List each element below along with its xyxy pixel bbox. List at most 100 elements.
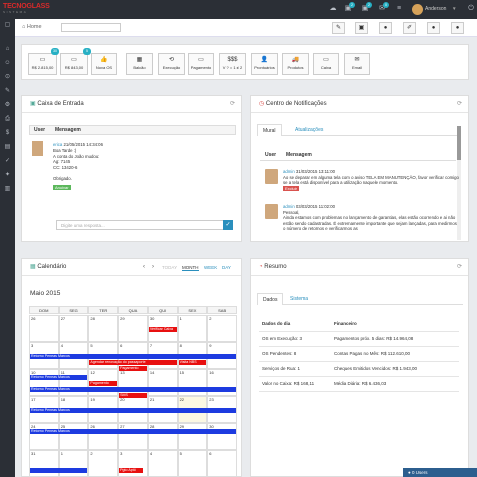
shortcut-badge: 30	[51, 48, 59, 55]
prev-icon[interactable]: ‹	[143, 264, 145, 270]
calendar-day[interactable]: 24	[29, 423, 59, 450]
shortcut-financeiro[interactable]: $$$ V ? = 1 ≠ 2	[219, 53, 246, 75]
calendar-day[interactable]: 27	[58, 315, 89, 342]
shortcut-receivable[interactable]: 30 ▭ R$ 2.815,00	[28, 48, 59, 75]
calendar-event[interactable]: SMS	[119, 393, 147, 398]
attachment-button[interactable]: Anuivar	[53, 184, 71, 190]
shortcut-payable[interactable]: 5 ▭ R$ 843,00	[60, 48, 91, 75]
calendar-day[interactable]: 26	[29, 315, 59, 342]
calendar-event[interactable]: Pgto Aptö	[119, 468, 143, 473]
sidebar-item-print-icon[interactable]: ⎙	[3, 115, 12, 124]
wrench-icon[interactable]: ✎	[332, 22, 345, 34]
calendar-event[interactable]: Retorno Peneas Marcos	[30, 375, 88, 380]
app-logo[interactable]: TECNOGLASS SISTEMA	[3, 3, 50, 15]
calendar-event[interactable]: Agendar renovação do passaporte	[89, 360, 177, 365]
shortcut-label: Balcão	[133, 65, 146, 70]
avatar	[265, 204, 278, 219]
calendar-day[interactable]: 28	[88, 315, 119, 342]
message-date: 21/05/2015 14:34:06	[63, 142, 103, 147]
calendar-event[interactable]: Retorno Peneas Marcos	[30, 429, 236, 434]
shortcut-pagamento[interactable]: ▭ Pagamento	[188, 53, 214, 75]
sidebar-item-wrench-icon[interactable]: ✦	[3, 171, 12, 180]
calendar-day[interactable]: 5	[177, 450, 208, 476]
calendar-event[interactable]: Verificar Caixa	[148, 327, 177, 332]
inbox-panel: ▣ Caixa de Entrada ⟳ User Mensagem erica …	[21, 95, 242, 242]
view-day[interactable]: DAY	[222, 265, 231, 270]
calendar-day[interactable]: 2	[88, 450, 119, 476]
shortcut-balcao[interactable]: ▦ Balcão	[126, 53, 153, 75]
shortcut-prontuarios[interactable]: 👤 Prontuários	[251, 53, 278, 75]
calendar-day[interactable]: 2	[207, 315, 237, 342]
view-month[interactable]: MONTH	[182, 265, 199, 271]
tab-sistema[interactable]: Sistema	[285, 293, 313, 305]
user2-icon[interactable]: ●	[451, 22, 464, 34]
cell: OS em Execução: 3	[259, 331, 331, 347]
sidebar-item-doc-icon[interactable]: ▤	[3, 143, 12, 152]
list-icon[interactable]: ≡	[394, 4, 404, 14]
calendar-day[interactable]: 29	[177, 423, 208, 450]
edit-icon[interactable]: ✐	[403, 22, 416, 34]
calendar-day[interactable]: 28	[147, 423, 178, 450]
sidebar-item-users-icon[interactable]: ☺	[3, 59, 12, 68]
shortcut-label: Prontuários	[254, 65, 275, 70]
sidebar-item-cart-icon[interactable]: ⊙	[3, 73, 12, 82]
shortcut-caixa[interactable]: ▭ Caixa	[313, 53, 339, 75]
user-menu[interactable]: Anderson ▾	[409, 3, 467, 16]
calendar-event[interactable]: Retorno Peneas Marcos	[30, 354, 236, 359]
online-users[interactable]: ● 0 Users	[403, 468, 477, 477]
logout-icon[interactable]: ⏻	[466, 4, 476, 14]
view-today[interactable]: TODAY	[162, 265, 177, 270]
info-icon[interactable]: ●	[379, 22, 392, 34]
search-input[interactable]	[61, 23, 121, 32]
delete-button[interactable]: Excluir	[283, 185, 300, 191]
message-author[interactable]: erica	[53, 142, 62, 147]
calendar-day[interactable]: 6	[207, 450, 237, 476]
calendar-day[interactable]: 26	[88, 423, 119, 450]
calendar-event[interactable]	[30, 468, 88, 473]
next-icon[interactable]: ›	[152, 264, 154, 270]
refresh-icon[interactable]: ⟳	[230, 96, 235, 113]
calendar-event[interactable]: Pagamento	[119, 366, 147, 371]
calendar-day[interactable]: 1	[177, 315, 208, 342]
sidebar-item-check-icon[interactable]: ✓	[3, 157, 12, 166]
shortcut-execucao[interactable]: ⟲ Execução	[158, 53, 185, 75]
send-button[interactable]: ✓	[223, 220, 233, 230]
top-bar: TECNOGLASS SISTEMA ☁ ▣ 2 ▣ 2 ✉ 0 ≡ Ander…	[0, 0, 477, 19]
calendar-day[interactable]: 29	[118, 315, 148, 342]
shortcut-bar: 30 ▭ R$ 2.815,00 5 ▭ R$ 843,00 👍 Nova OS ▦ B…	[21, 44, 469, 80]
calendar-day[interactable]: 30	[207, 423, 237, 450]
calendar-event[interactable]: Pagamento	[89, 381, 118, 386]
shortcut-nova-os[interactable]: 👍 Nova OS	[91, 53, 117, 75]
tab-atualizacoes[interactable]: Atualizações	[290, 124, 328, 136]
menu-icon[interactable]: ▢	[3, 21, 12, 30]
panel-title: Centro de Notificações	[265, 101, 327, 107]
lock-icon[interactable]: ▣	[355, 22, 368, 34]
sidebar-item-money-icon[interactable]: $	[3, 129, 12, 138]
user-icon[interactable]: ●	[427, 22, 440, 34]
calendar-day[interactable]: 25	[58, 423, 89, 450]
calendar-day[interactable]: 27	[118, 423, 148, 450]
calendar-day[interactable]: 4	[147, 450, 178, 476]
logo-sub: SISTEMA	[3, 10, 28, 14]
refresh-icon[interactable]: ⟳	[457, 96, 462, 113]
breadcrumb[interactable]: ⌂ Home	[22, 24, 42, 30]
shortcut-produtos[interactable]: 🚚 Produtos	[282, 53, 309, 75]
calendar-event[interactable]: Retorno Peneas Marcos	[30, 387, 236, 392]
shortcut-email[interactable]: ✉ Email	[344, 53, 370, 75]
refresh-icon[interactable]: ⟳	[457, 259, 462, 276]
view-week[interactable]: WEEK	[204, 265, 217, 270]
notification-author[interactable]: admin	[283, 204, 295, 209]
sidebar-item-chart-icon[interactable]: ▥	[3, 185, 12, 194]
user-name: Anderson	[425, 6, 447, 12]
tab-dados[interactable]: Dados	[257, 293, 284, 305]
sidebar: ▢ ⌂ ☺ ⊙ ✎ ⚙ ⎙ $ ▤ ✓ ✦ ▥	[0, 19, 15, 477]
cloud-icon[interactable]: ☁	[328, 4, 338, 14]
sidebar-item-home-icon[interactable]: ⌂	[3, 45, 12, 54]
calendar-event[interactable]: Visita NBS	[178, 360, 207, 365]
notification-author[interactable]: admin	[283, 169, 295, 174]
sidebar-item-gear-icon[interactable]: ⚙	[3, 101, 12, 110]
calendar-event[interactable]: Retorno Peneas Marcos	[30, 408, 236, 413]
sidebar-item-tools-icon[interactable]: ✎	[3, 87, 12, 96]
reply-input[interactable]: Digite uma resposta...	[56, 220, 224, 230]
tab-mural[interactable]: Mural	[257, 124, 282, 136]
